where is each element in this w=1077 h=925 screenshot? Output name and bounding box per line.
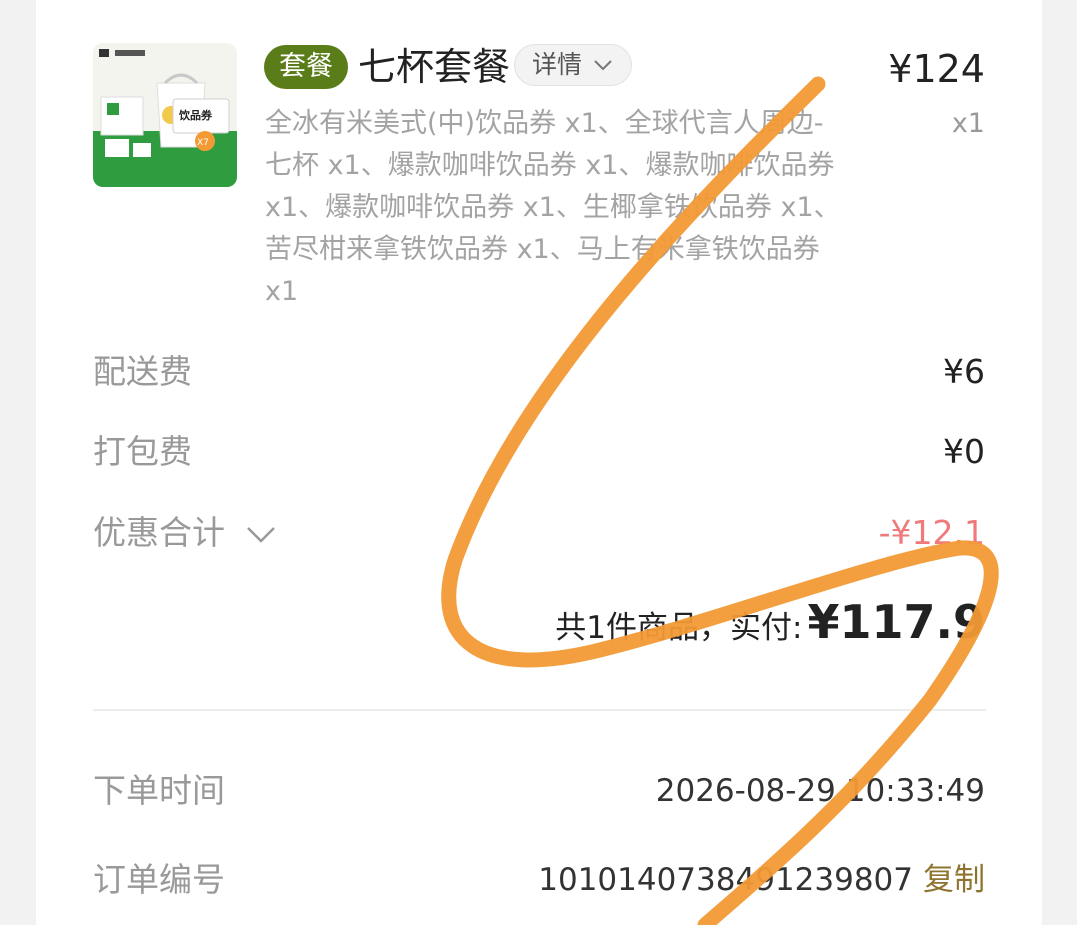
order-number-row: 1010140738491239807 复制	[538, 860, 985, 900]
detail-button-label: 详情	[532, 50, 583, 79]
product-price: ¥124	[888, 47, 985, 91]
total-summary: 共1件商品，实付: ¥117.9	[555, 592, 985, 663]
thumbnail-badge: X7	[197, 138, 209, 148]
order-time-label: 下单时间	[93, 771, 225, 810]
packing-fee-value: ¥0	[943, 432, 985, 471]
order-number-value: 1010140738491239807	[538, 862, 913, 898]
combo-tag: 套餐	[264, 45, 348, 89]
total-amount: ¥117.9	[807, 595, 985, 649]
thumbnail-text: 饮品券	[178, 108, 213, 122]
product-quantity: x1	[951, 108, 985, 139]
product-thumbnail[interactable]: 饮品券 X7	[93, 43, 237, 187]
copy-button[interactable]: 复制	[923, 862, 985, 898]
product-description: 全冰有米美式(中)饮品券 x1、全球代言人周边-七杯 x1、爆款咖啡饮品券 x1…	[265, 108, 841, 307]
product-thumbnail-art: 饮品券 X7	[93, 43, 237, 187]
order-number-label: 订单编号	[93, 860, 225, 899]
divider	[93, 709, 986, 711]
detail-button[interactable]: 详情	[514, 44, 632, 86]
packing-fee-label: 打包费	[93, 432, 192, 471]
discount-value: -¥12.1	[878, 513, 985, 552]
chevron-down-icon	[594, 60, 612, 71]
delivery-fee-value: ¥6	[943, 352, 985, 391]
order-time-value: 2026-08-29 10:33:49	[655, 773, 985, 809]
discount-label: 优惠合计	[93, 513, 225, 552]
product-title: 七杯套餐	[358, 45, 511, 89]
chevron-down-icon	[246, 526, 275, 543]
total-label: 共1件商品，实付:	[555, 610, 803, 646]
delivery-fee-label: 配送费	[93, 352, 192, 391]
discount-toggle[interactable]: 优惠合计	[93, 513, 276, 553]
